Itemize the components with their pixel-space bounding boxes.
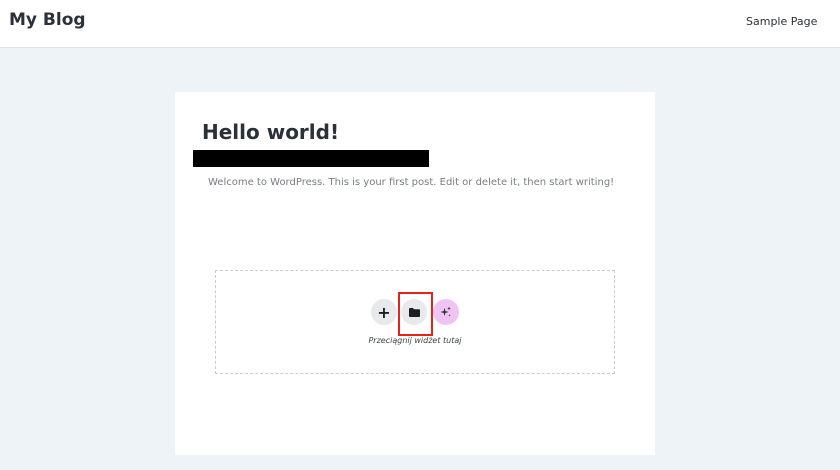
post-excerpt: Welcome to WordPress. This is your first… — [208, 177, 615, 188]
site-title[interactable]: My Blog — [9, 10, 86, 30]
folder-icon — [408, 307, 420, 317]
sparkle-icon — [440, 306, 451, 317]
nav-link-sample-page[interactable]: Sample Page — [746, 15, 817, 28]
redacted-area — [193, 150, 429, 167]
add-template-button[interactable] — [401, 299, 427, 325]
ai-assistant-button[interactable] — [433, 299, 459, 325]
widget-drop-zone[interactable]: + Przeciągnij widżet tutaj — [215, 270, 615, 374]
site-header: My Blog Sample Page — [0, 0, 840, 48]
drop-zone-caption: Przeciągnij widżet tutaj — [368, 336, 462, 345]
plus-icon: + — [377, 302, 391, 322]
post-title: Hello world! — [202, 120, 340, 144]
post-content-area: Hello world! Welcome to WordPress. This … — [175, 92, 655, 455]
add-element-button[interactable]: + — [371, 299, 397, 325]
